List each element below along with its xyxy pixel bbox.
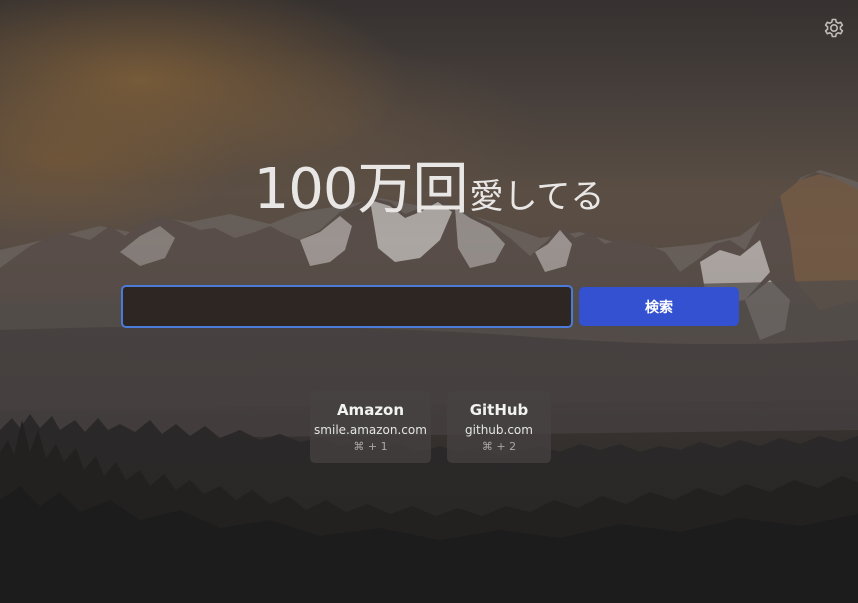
settings-button[interactable] [822, 16, 846, 40]
shortcut-domain: github.com [465, 423, 533, 437]
shortcut-list: Amazon smile.amazon.com ⌘ + 1 GitHub git… [310, 391, 551, 463]
shortcut-github[interactable]: GitHub github.com ⌘ + 2 [447, 391, 551, 463]
shortcut-domain: smile.amazon.com [314, 423, 427, 437]
shortcut-name: GitHub [469, 401, 529, 419]
shortcut-keybinding: ⌘ + 2 [481, 440, 517, 453]
headline: 100万回愛してる [0, 144, 858, 225]
headline-small-text: 愛してる [469, 177, 605, 217]
search-button[interactable]: 検索 [579, 287, 739, 326]
new-tab-page: 100万回愛してる 検索 Amazon smile.amazon.com ⌘ +… [0, 0, 858, 603]
gear-icon [824, 18, 844, 38]
search-input[interactable] [121, 285, 573, 328]
headline-large-text: 100万回 [253, 157, 469, 222]
shortcut-name: Amazon [336, 401, 405, 419]
shortcut-amazon[interactable]: Amazon smile.amazon.com ⌘ + 1 [310, 391, 431, 463]
shortcut-keybinding: ⌘ + 1 [353, 440, 388, 453]
